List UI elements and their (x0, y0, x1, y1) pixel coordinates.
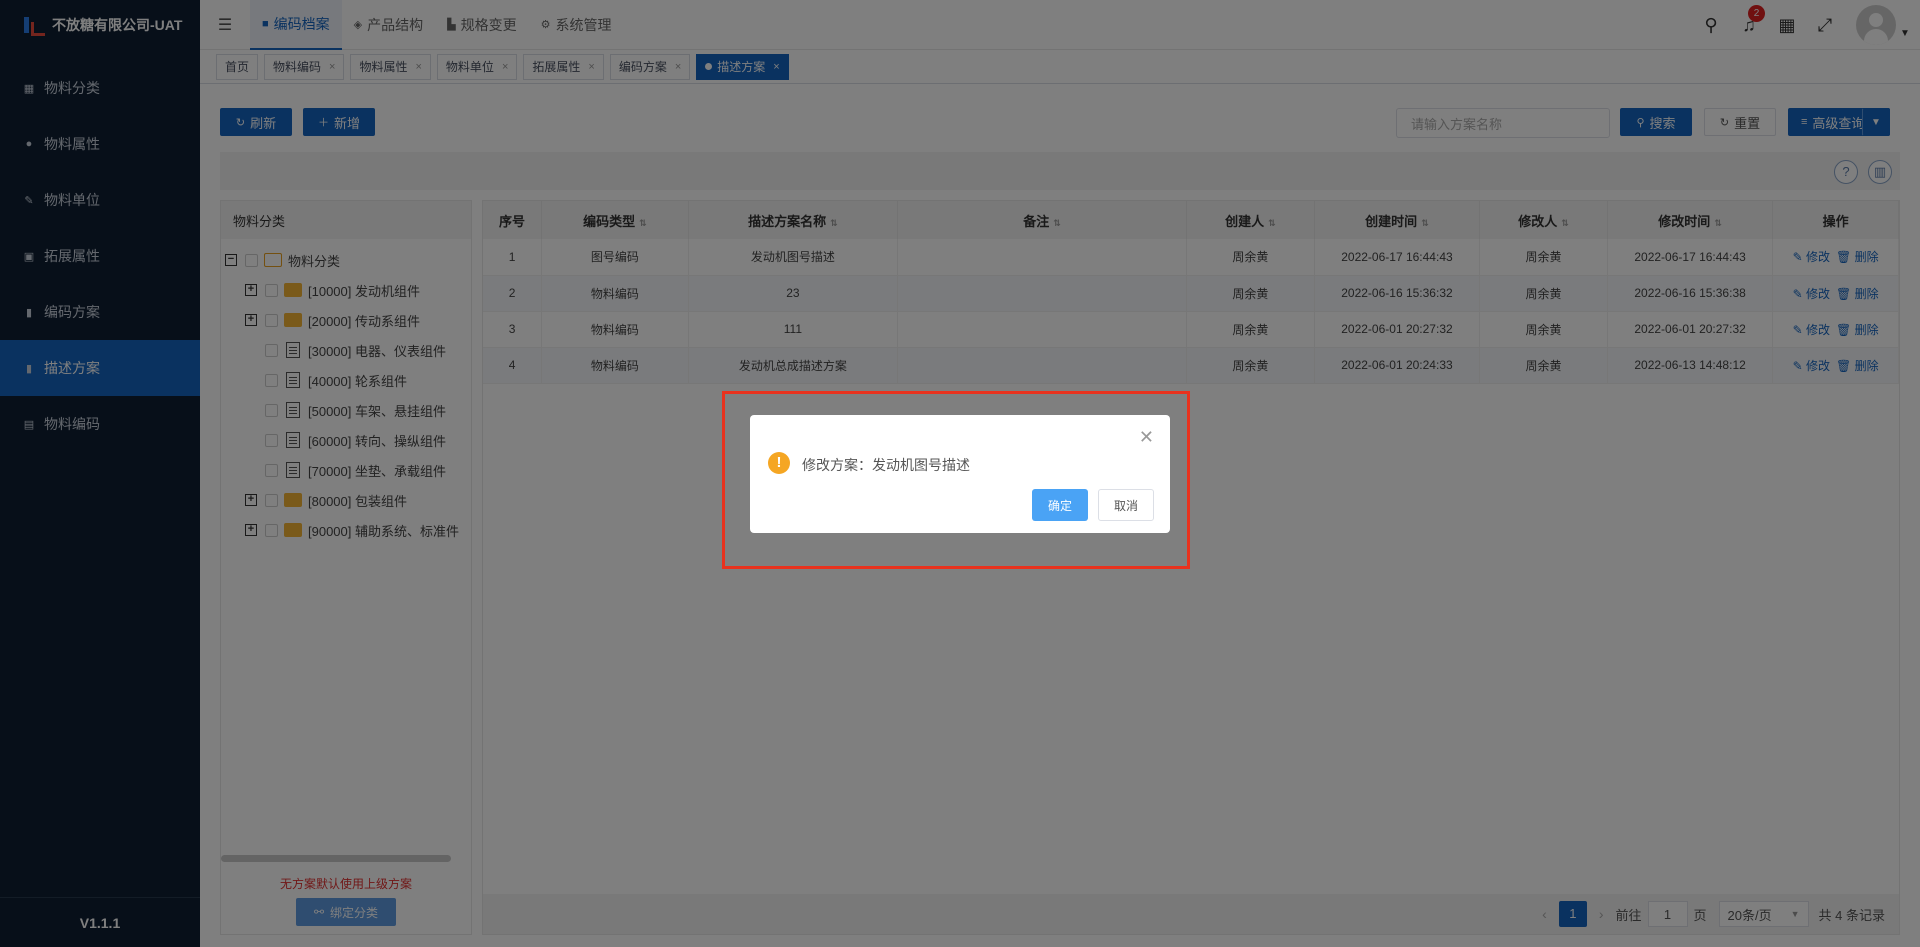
dialog-message: 修改方案：发动机图号描述 (802, 457, 970, 473)
cancel-button[interactable]: 取消 (1098, 489, 1154, 521)
close-icon[interactable]: ✕ (1139, 427, 1154, 448)
confirm-button[interactable]: 确定 (1032, 489, 1088, 521)
confirm-dialog: ✕ ! 修改方案：发动机图号描述 确定 取消 (750, 415, 1170, 533)
warning-icon: ! (768, 452, 790, 474)
